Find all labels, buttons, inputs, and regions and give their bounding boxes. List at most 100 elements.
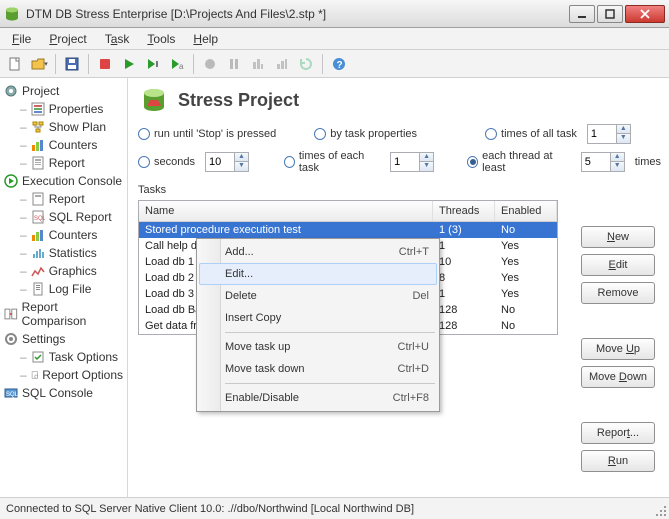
input-times-of-all[interactable] [588, 125, 616, 143]
sidebar-group-label: Settings [22, 332, 65, 346]
sidebar: Project –Properties –Show Plan –Counters… [0, 78, 128, 497]
col-threads[interactable]: Threads [433, 201, 495, 221]
spinner-times-each[interactable]: ▲▼ [390, 152, 434, 172]
counters-icon [31, 228, 45, 242]
times-suffix: times [635, 156, 661, 168]
close-button[interactable] [625, 5, 665, 23]
sidebar-item-report[interactable]: –Report [18, 154, 125, 172]
maximize-button[interactable] [597, 5, 623, 23]
radio-each-thread[interactable]: each thread at least [467, 150, 571, 174]
sidebar-item-report-options[interactable]: –Report Options [18, 366, 125, 384]
titlebar: DTM DB Stress Enterprise [D:\Projects An… [0, 0, 669, 28]
play-icon[interactable] [118, 53, 140, 75]
sidebar-item-show-plan[interactable]: –Show Plan [18, 118, 125, 136]
ctx-move-up[interactable]: Move task upCtrl+U [199, 336, 437, 358]
sidebar-item-log-file[interactable]: –Log File [18, 280, 125, 298]
refresh-icon[interactable] [295, 53, 317, 75]
spin-down-icon[interactable]: ▼ [419, 162, 433, 171]
radio-times-of-all[interactable]: times of all task [485, 128, 577, 140]
play-alt-icon[interactable] [142, 53, 164, 75]
spin-up-icon[interactable]: ▲ [610, 153, 624, 162]
col-name[interactable]: Name [139, 201, 433, 221]
spin-up-icon[interactable]: ▲ [234, 153, 248, 162]
radio-by-task-properties[interactable]: by task properties [314, 128, 417, 140]
cell-name: Stored procedure execution test [139, 224, 433, 236]
spin-up-icon[interactable]: ▲ [419, 153, 433, 162]
new-button[interactable]: New [581, 226, 655, 248]
spinner-seconds[interactable]: ▲▼ [205, 152, 249, 172]
play-circle-icon [4, 174, 18, 188]
sidebar-item-statistics[interactable]: –Statistics [18, 244, 125, 262]
input-each-thread[interactable] [582, 153, 610, 171]
resize-grip-icon[interactable] [654, 504, 666, 516]
context-menu: Add...Ctrl+T Edit... DeleteDel Insert Co… [196, 238, 440, 412]
project-header-icon [140, 86, 168, 114]
minimize-button[interactable] [569, 5, 595, 23]
report-options-icon [31, 368, 39, 382]
cell-enabled: Yes [495, 240, 557, 252]
meter1-icon[interactable] [247, 53, 269, 75]
sidebar-item-counters[interactable]: –Counters [18, 136, 125, 154]
ctx-delete[interactable]: DeleteDel [199, 285, 437, 307]
menu-project[interactable]: Project [41, 30, 94, 48]
sidebar-item-task-options[interactable]: –Task Options [18, 348, 125, 366]
gear-icon [4, 84, 18, 98]
radio-seconds[interactable]: seconds [138, 156, 195, 168]
svg-text:a: a [179, 62, 184, 70]
input-times-each[interactable] [391, 153, 419, 171]
spinner-times-of-all[interactable]: ▲▼ [587, 124, 631, 144]
spin-down-icon[interactable]: ▼ [234, 162, 248, 171]
sidebar-item-graphics[interactable]: –Graphics [18, 262, 125, 280]
sidebar-item-exec-report[interactable]: –Report [18, 190, 125, 208]
spin-up-icon[interactable]: ▲ [616, 125, 630, 134]
ctx-move-down[interactable]: Move task downCtrl+D [199, 358, 437, 380]
tasks-label: Tasks [138, 184, 661, 196]
meter2-icon[interactable] [271, 53, 293, 75]
ctx-add[interactable]: Add...Ctrl+T [199, 241, 437, 263]
ctx-insert-copy[interactable]: Insert Copy [199, 307, 437, 329]
ctx-enable-disable[interactable]: Enable/DisableCtrl+F8 [199, 387, 437, 409]
ctx-edit[interactable]: Edit... [199, 263, 437, 285]
menu-file[interactable]: File [4, 30, 39, 48]
new-file-icon[interactable] [4, 53, 26, 75]
play-step-icon[interactable]: a [166, 53, 188, 75]
sidebar-group-execution[interactable]: Execution Console [2, 172, 125, 190]
sidebar-group-report-comparison[interactable]: Report Comparison [2, 298, 125, 330]
compare-icon [4, 307, 18, 321]
run-button[interactable]: Run [581, 450, 655, 472]
input-seconds[interactable] [206, 153, 234, 171]
cell-enabled: No [495, 304, 557, 316]
sidebar-group-settings[interactable]: Settings [2, 330, 125, 348]
sidebar-group-label: Execution Console [22, 174, 122, 188]
menu-tools[interactable]: Tools [139, 30, 183, 48]
spinner-each-thread[interactable]: ▲▼ [581, 152, 625, 172]
remove-button[interactable]: Remove [581, 282, 655, 304]
stop-red-icon[interactable] [94, 53, 116, 75]
sidebar-group-sql-console[interactable]: SQLSQL Console [2, 384, 125, 402]
menu-task[interactable]: Task [97, 30, 138, 48]
radio-times-each[interactable]: times of each task [284, 150, 380, 174]
cell-threads: 8 [433, 272, 495, 284]
report-button[interactable]: Report... [581, 422, 655, 444]
sidebar-group-label: SQL Console [22, 386, 93, 400]
open-file-icon[interactable]: ▾ [28, 53, 50, 75]
pause-icon[interactable] [223, 53, 245, 75]
radio-run-until-stop[interactable]: run until 'Stop' is pressed [138, 128, 276, 140]
table-header: Name Threads Enabled [139, 201, 557, 222]
move-down-button[interactable]: Move Down [581, 366, 655, 388]
table-row[interactable]: Stored procedure execution test1 (3)No [139, 222, 557, 238]
move-up-button[interactable]: Move Up [581, 338, 655, 360]
menu-help[interactable]: Help [185, 30, 226, 48]
record-icon[interactable] [199, 53, 221, 75]
save-icon[interactable] [61, 53, 83, 75]
sidebar-group-project[interactable]: Project [2, 82, 125, 100]
spin-down-icon[interactable]: ▼ [616, 134, 630, 143]
sidebar-item-properties[interactable]: –Properties [18, 100, 125, 118]
edit-button[interactable]: Edit [581, 254, 655, 276]
sidebar-item-exec-counters[interactable]: –Counters [18, 226, 125, 244]
counters-icon [31, 138, 45, 152]
help-icon[interactable]: ? [328, 53, 350, 75]
col-enabled[interactable]: Enabled [495, 201, 557, 221]
sidebar-item-sql-report[interactable]: –SQLSQL Report [18, 208, 125, 226]
spin-down-icon[interactable]: ▼ [610, 162, 624, 171]
